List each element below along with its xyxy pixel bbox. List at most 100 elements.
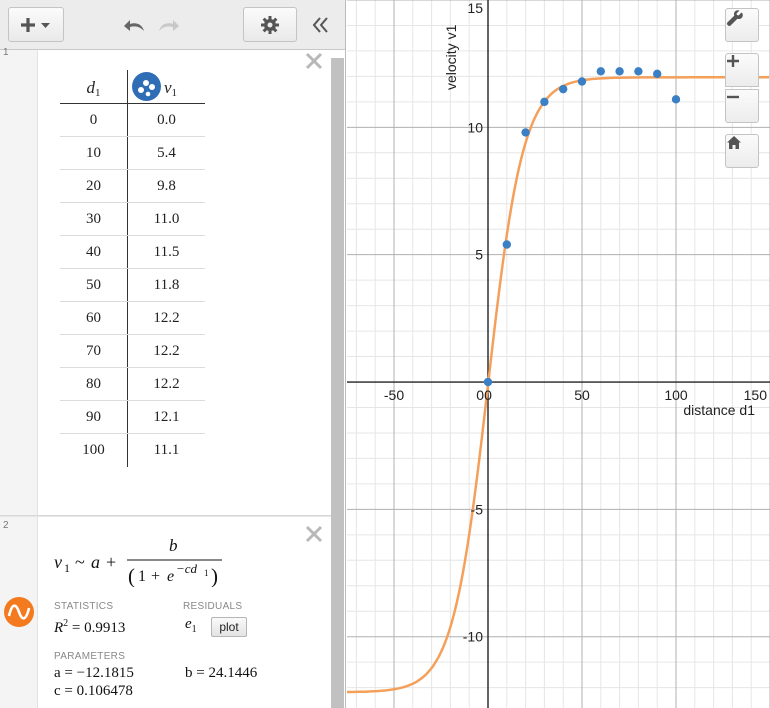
formula-exponent: −cd <box>176 561 198 576</box>
data-point[interactable] <box>521 128 530 137</box>
x-tick-label: 150 <box>744 387 768 403</box>
plus-icon <box>21 17 50 32</box>
data-point[interactable] <box>559 84 568 94</box>
table-row: 40 11.5 <box>60 236 205 269</box>
zoom-out-button[interactable] <box>725 89 759 123</box>
redo-button[interactable] <box>153 10 183 40</box>
y-tick-label: -10 <box>463 629 483 645</box>
x-tick-label: 100 <box>664 387 688 403</box>
table-cell-y[interactable]: 12.2 <box>128 310 205 327</box>
data-point[interactable] <box>653 69 662 79</box>
table-cell-y[interactable]: 5.4 <box>128 145 205 162</box>
formula-lhs: v <box>54 552 62 572</box>
statistics-label: STATISTICS <box>54 601 114 612</box>
table-cell-x[interactable]: 40 <box>60 244 127 261</box>
parameter-b: b = 24.1446 <box>185 665 258 681</box>
expression-list-scrollbar[interactable] <box>331 58 344 708</box>
y-axis-label: velocity v1 <box>443 24 459 90</box>
expression-list: 1 d1 v1 0 0.0 10 5.4 20 9.8 30 11.0 40 1… <box>0 47 345 708</box>
data-point[interactable] <box>577 77 587 86</box>
formula-paren-close: ) <box>211 564 218 587</box>
plus-icon <box>727 55 739 67</box>
parameters-label: PARAMETERS <box>54 651 126 662</box>
y-tick-label: 5 <box>475 247 483 263</box>
residual-variable: e1 <box>185 616 197 635</box>
table-cell-y[interactable]: 0.0 <box>128 112 205 129</box>
table-row: 20 9.8 <box>60 170 205 203</box>
table-cell-x[interactable]: 80 <box>60 376 127 393</box>
table-cell-x[interactable]: 0 <box>60 112 127 129</box>
close-icon[interactable] <box>303 50 325 72</box>
table-row: 0 0.0 <box>60 104 205 137</box>
settings-button[interactable] <box>243 7 297 42</box>
data-table: d1 v1 0 0.0 10 5.4 20 9.8 30 11.0 40 11.5 50 11.8 60… <box>60 70 205 467</box>
residuals-label: RESIDUALS <box>183 601 243 612</box>
origin-label: 0 <box>476 387 484 403</box>
data-point[interactable] <box>502 240 511 249</box>
table-row: 60 12.2 <box>60 302 205 335</box>
expression-panel: 1 d1 v1 0 0.0 10 5.4 20 9.8 30 11.0 40 1… <box>0 0 346 708</box>
undo-icon <box>124 20 144 31</box>
undo-button[interactable] <box>120 10 150 40</box>
formula-lhs-sub: 1 <box>64 561 70 575</box>
table-cell-x[interactable]: 100 <box>60 442 127 459</box>
y-tick-label: -5 <box>471 501 484 517</box>
parameter-a: a = −12.1815 <box>54 665 134 681</box>
regression-curve-icon[interactable] <box>4 597 34 627</box>
table-cell-y[interactable]: 11.8 <box>128 277 205 294</box>
formula-paren-open: ( <box>128 564 135 587</box>
table-expression[interactable]: 1 d1 v1 0 0.0 10 5.4 20 9.8 30 11.0 40 1… <box>0 47 331 516</box>
column-header-y[interactable]: v1 <box>164 78 177 99</box>
table-cell-x[interactable]: 20 <box>60 178 127 195</box>
default-viewport-button[interactable] <box>725 134 759 168</box>
formula-exponent-sub: 1 <box>204 568 209 578</box>
regression-fit-curve[interactable] <box>347 76 769 694</box>
data-point[interactable] <box>540 97 549 107</box>
data-point[interactable] <box>615 67 624 76</box>
add-expression-button[interactable] <box>8 7 64 42</box>
zoom-in-button[interactable] <box>725 53 759 87</box>
double-chevron-left-icon <box>312 17 328 33</box>
table-cell-y[interactable]: 11.0 <box>128 211 205 228</box>
table-cell-x[interactable]: 50 <box>60 277 127 294</box>
plot-residuals-button[interactable]: plot <box>211 617 247 637</box>
table-cell-y[interactable]: 12.1 <box>128 409 205 426</box>
data-point[interactable] <box>483 377 493 387</box>
formula-numerator: b <box>169 536 178 555</box>
data-point[interactable] <box>671 95 681 104</box>
table-row: 100 11.1 <box>60 434 205 467</box>
x-axis-label: distance d1 <box>683 402 755 418</box>
table-cell-y[interactable]: 11.1 <box>128 442 205 459</box>
table-cell-x[interactable]: 70 <box>60 343 127 360</box>
table-cell-x[interactable]: 10 <box>60 145 127 162</box>
table-cell-y[interactable]: 11.5 <box>128 244 205 261</box>
close-icon[interactable] <box>303 523 325 545</box>
regression-expression[interactable]: 2 v 1 ~ a + b ( 1 + e −cd 1) STATISTICS… <box>0 516 331 708</box>
table-header: d1 v1 <box>60 70 205 104</box>
collapse-panel-button[interactable] <box>306 10 336 40</box>
table-cell-y[interactable]: 9.8 <box>128 178 205 195</box>
table-row: 70 12.2 <box>60 335 205 368</box>
table-cell-x[interactable]: 60 <box>60 310 127 327</box>
table-cell-x[interactable]: 30 <box>60 211 127 228</box>
formula-one: 1 <box>138 568 146 585</box>
scatter-points-icon[interactable] <box>132 72 161 101</box>
table-cell-y[interactable]: 12.2 <box>128 376 205 393</box>
table-row: 10 5.4 <box>60 137 205 170</box>
gear-icon <box>261 15 279 34</box>
formula-plus: + <box>106 552 116 572</box>
formula-denom-plus: + <box>151 568 160 585</box>
wrench-icon <box>726 10 743 27</box>
data-point[interactable] <box>596 67 605 76</box>
table-row: 30 11.0 <box>60 203 205 236</box>
table-body: 0 0.0 10 5.4 20 9.8 30 11.0 40 11.5 50 11.8 60 12.2 70… <box>60 104 205 467</box>
graph-settings-button[interactable] <box>725 8 759 42</box>
column-header-x[interactable]: d1 <box>60 78 127 99</box>
regression-formula[interactable]: v 1 ~ a + b ( 1 + e −cd 1 ) <box>54 535 304 587</box>
table-cell-y[interactable]: 12.2 <box>128 343 205 360</box>
data-point[interactable] <box>634 67 643 76</box>
table-cell-x[interactable]: 90 <box>60 409 127 426</box>
table-row: 90 12.1 <box>60 401 205 434</box>
graph-canvas[interactable]: -50 0 50 100 150 0 -10 -5 5 10 15 distance d1 veloci… <box>347 0 770 708</box>
graph-paper[interactable]: -50 0 50 100 150 0 -10 -5 5 10 15 distance d1 veloci… <box>347 0 770 708</box>
